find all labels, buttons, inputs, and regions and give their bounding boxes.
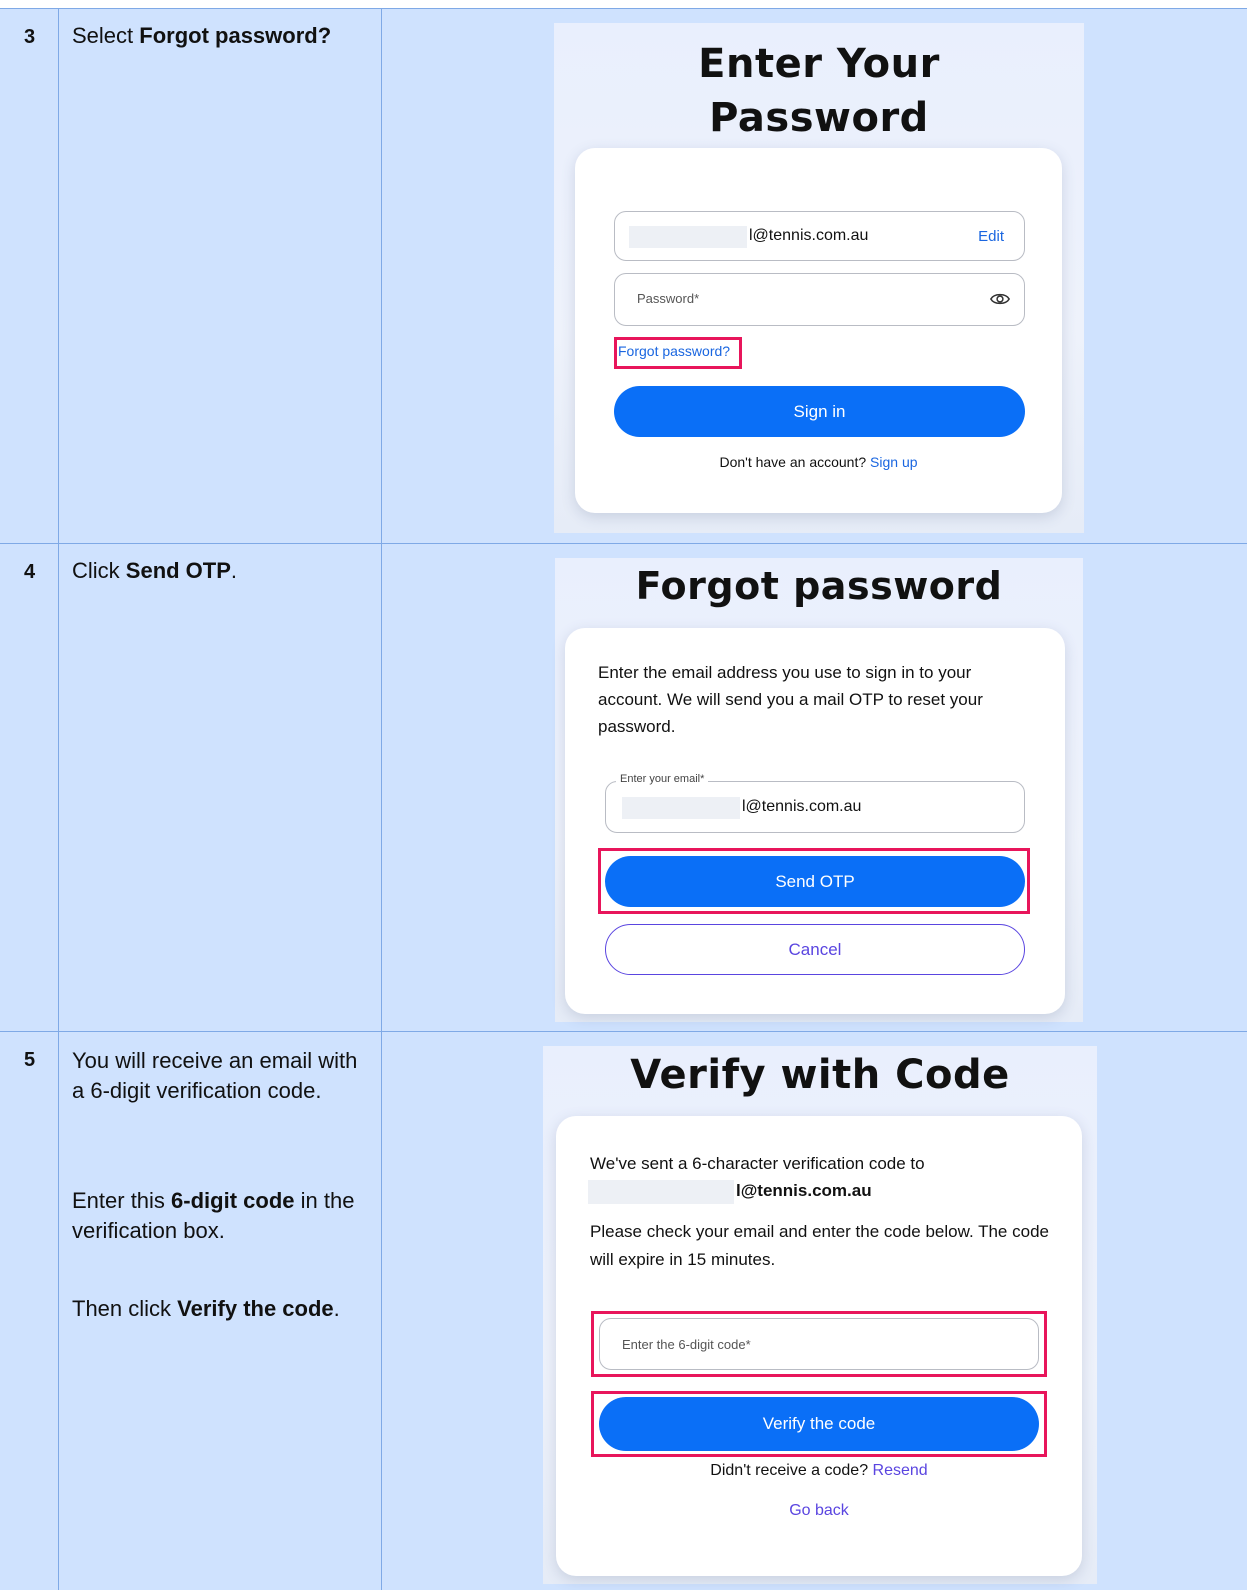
verify-card: We've sent a 6-character verification co… bbox=[556, 1116, 1082, 1576]
cancel-button[interactable]: Cancel bbox=[605, 924, 1025, 975]
page-title: Verify with Code bbox=[630, 1052, 1010, 1098]
step-number-cell: 3 bbox=[0, 9, 59, 543]
email-text: l@tennis.com.au bbox=[736, 1181, 872, 1200]
send-otp-button[interactable]: Send OTP bbox=[605, 856, 1025, 907]
resend-prompt: Didn't receive a code? Resend bbox=[710, 1462, 928, 1479]
step-row-4: 4 Click Send OTP. Forgot password Enter … bbox=[0, 543, 1247, 1031]
screenshot-forgot-password: Forgot password Enter the email address … bbox=[555, 558, 1083, 1022]
instruction-table: 3 Select Forgot password? Enter Your Pass… bbox=[0, 8, 1247, 1590]
password-placeholder: Password* bbox=[637, 291, 700, 306]
sign-in-button[interactable]: Sign in bbox=[614, 386, 1025, 437]
page-title: Enter Your Password bbox=[698, 41, 940, 141]
instruction-text: Enter the email address you use to sign … bbox=[598, 663, 983, 736]
eye-icon[interactable] bbox=[989, 289, 1011, 314]
email-text: l@tennis.com.au bbox=[742, 798, 862, 815]
sign-up-link[interactable]: Sign up bbox=[870, 454, 917, 470]
check-email-text: Please check your email and enter the co… bbox=[590, 1222, 1049, 1269]
step-number: 4 bbox=[24, 561, 36, 583]
resend-link[interactable]: Resend bbox=[873, 1462, 928, 1479]
step-instruction: Click Send OTP. bbox=[72, 558, 238, 583]
step-row-5: 5 You will receive an email with a 6-dig… bbox=[0, 1031, 1247, 1590]
password-input[interactable]: Password* bbox=[614, 273, 1025, 326]
step-number-cell: 5 bbox=[0, 1032, 59, 1590]
verify-code-button[interactable]: Verify the code bbox=[599, 1397, 1039, 1451]
screenshot-verify-code: Verify with Code We've sent a 6-characte… bbox=[543, 1046, 1097, 1584]
forgot-password-card: Enter the email address you use to sign … bbox=[565, 628, 1065, 1014]
step-instruction-cell: You will receive an email with a 6-digit… bbox=[59, 1032, 382, 1590]
page-title: Forgot password bbox=[635, 564, 1003, 608]
step-row-3: 3 Select Forgot password? Enter Your Pass… bbox=[0, 8, 1247, 543]
redacted-email-part bbox=[588, 1180, 734, 1204]
step-instruction-cell: Click Send OTP. bbox=[59, 544, 382, 1031]
code-placeholder: Enter the 6-digit code* bbox=[622, 1337, 751, 1352]
step-instruction-cell: Select Forgot password? bbox=[59, 9, 382, 543]
signup-prompt: Don't have an account? Sign up bbox=[719, 454, 918, 470]
email-display-field: l@tennis.com.au Edit bbox=[614, 211, 1025, 261]
redacted-email-part bbox=[622, 797, 740, 819]
sent-text: We've sent a 6-character verification co… bbox=[590, 1154, 925, 1173]
email-input[interactable]: Enter your email* l@tennis.com.au bbox=[605, 773, 1025, 833]
step-number-cell: 4 bbox=[0, 544, 59, 1031]
screenshot-enter-password: Enter Your Password l@tennis.com.au Edit … bbox=[554, 23, 1084, 533]
step-instruction-para-1: You will receive an email with a 6-digit… bbox=[72, 1048, 358, 1103]
redacted-email-part bbox=[629, 226, 747, 248]
email-text: l@tennis.com.au bbox=[749, 227, 869, 244]
step-instruction-para-2: Enter this 6-digit code in the verificat… bbox=[72, 1188, 355, 1243]
step-instruction: Select Forgot password? bbox=[72, 23, 332, 48]
email-field-label: Enter your email* bbox=[616, 773, 709, 785]
login-card: l@tennis.com.au Edit Password* Forgot pa… bbox=[575, 148, 1062, 513]
step-number: 3 bbox=[24, 26, 36, 48]
step-instruction-para-3: Then click Verify the code. bbox=[72, 1296, 340, 1321]
code-input[interactable]: Enter the 6-digit code* bbox=[599, 1318, 1039, 1370]
step-number: 5 bbox=[24, 1049, 36, 1071]
edit-email-link[interactable]: Edit bbox=[978, 228, 1004, 245]
highlight-box bbox=[614, 337, 742, 369]
go-back-link[interactable]: Go back bbox=[556, 1502, 1082, 1520]
